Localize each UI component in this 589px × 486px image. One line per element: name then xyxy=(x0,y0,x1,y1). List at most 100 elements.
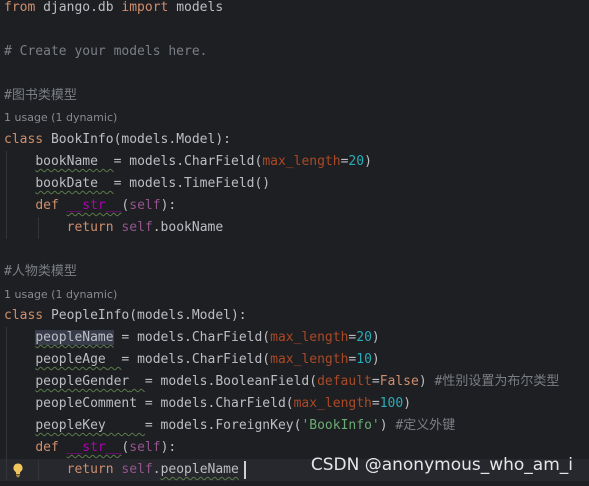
code-line-bookdate[interactable]: bookDate = models.TimeField() xyxy=(4,173,270,195)
code-editor[interactable]: from django.db import models # Create yo… xyxy=(0,0,589,486)
keyword-def: def xyxy=(35,198,59,213)
number-literal: 100 xyxy=(379,396,404,411)
close-paren: ) xyxy=(379,418,396,433)
code-line-import[interactable]: from django.db import models xyxy=(4,0,223,19)
code-line-def-str-people[interactable]: def __str__(self): xyxy=(4,437,176,459)
field-name: peopleComment xyxy=(35,396,138,411)
number-literal: 20 xyxy=(348,154,365,169)
close-paren: ) xyxy=(371,352,380,367)
code-line-return-people[interactable]: return self.peopleName xyxy=(4,459,239,481)
usage-hint-text: 1 usage (1 dynamic) xyxy=(4,111,118,124)
self-ref: self xyxy=(121,462,153,477)
code-line-class-peopleinfo[interactable]: class PeopleInfo(models.Model): xyxy=(4,305,247,327)
string-literal: 'BookInfo' xyxy=(301,418,380,433)
field-name: peopleGender xyxy=(35,374,130,389)
code-line-comment-people[interactable]: #人物类模型 xyxy=(4,261,77,283)
field-assignment: = models.TimeField() xyxy=(113,176,271,191)
comment-text: #图书类模型 xyxy=(4,88,77,103)
close-paren: ) xyxy=(371,330,380,345)
field-assignment: = models.CharField( xyxy=(113,330,271,345)
code-line-bookname[interactable]: bookName = models.CharField(max_length=2… xyxy=(4,151,372,173)
keyword-import: import xyxy=(121,0,169,15)
self-ref: self xyxy=(121,220,153,235)
named-param: max_length xyxy=(262,154,341,169)
named-param: max_length xyxy=(270,330,349,345)
close-paren: ) xyxy=(403,396,412,411)
class-signature: BookInfo(models.Model): xyxy=(43,132,231,147)
attribute-access: .bookName xyxy=(152,220,224,235)
field-assignment: = models.BooleanField( xyxy=(144,374,318,389)
keyword-return: return xyxy=(66,462,114,477)
usage-hint-bookinfo[interactable]: 1 usage (1 dynamic) xyxy=(4,110,117,126)
text-caret xyxy=(244,461,246,479)
field-padding xyxy=(98,154,114,169)
keyword-false: False xyxy=(379,374,419,389)
import-name: models xyxy=(168,0,224,15)
close-paren: ) xyxy=(364,154,372,169)
attribute-name: peopleName xyxy=(160,462,239,477)
field-assignment: = models.CharField( xyxy=(137,396,294,411)
field-padding xyxy=(98,176,114,191)
dot: . xyxy=(152,462,161,477)
field-assignment: = models.ForeignKey( xyxy=(144,418,302,433)
self-param: self xyxy=(129,440,161,455)
field-assignment: = models.CharField( xyxy=(113,154,263,169)
code-line-class-bookinfo[interactable]: class BookInfo(models.Model): xyxy=(4,129,231,151)
code-line-peoplegender[interactable]: peopleGender = models.BooleanField(defau… xyxy=(4,371,559,393)
inline-comment: #定义外键 xyxy=(395,418,456,433)
field-padding xyxy=(129,374,145,389)
field-name-highlighted: peopleName xyxy=(35,330,114,345)
class-signature: PeopleInfo(models.Model): xyxy=(43,308,247,323)
lightbulb-icon[interactable] xyxy=(10,462,26,478)
field-padding xyxy=(106,418,145,433)
field-name: peopleKey xyxy=(35,418,106,433)
magic-method-name: __str__ xyxy=(66,440,122,455)
code-line-peopleage[interactable]: peopleAge = models.CharField(max_length=… xyxy=(4,349,380,371)
close-paren: ): xyxy=(160,198,177,213)
code-line-return-book[interactable]: return self.bookName xyxy=(4,217,224,239)
close-paren: ) xyxy=(418,374,435,389)
module-name: django.db xyxy=(35,0,122,15)
named-param: max_length xyxy=(270,352,349,367)
code-line-comment-models[interactable]: # Create your models here. xyxy=(4,41,208,63)
watermark-text: CSDN @anonymous_who_am_i xyxy=(310,455,573,475)
keyword-from: from xyxy=(4,0,36,15)
code-line-comment-book[interactable]: #图书类模型 xyxy=(4,85,77,107)
named-param: max_length xyxy=(293,396,372,411)
field-name: bookDate xyxy=(35,176,98,191)
inline-comment: #性别设置为布尔类型 xyxy=(434,374,560,389)
magic-method-name: __str__ xyxy=(66,198,122,213)
code-line-peoplekey[interactable]: peopleKey = models.ForeignKey('BookInfo'… xyxy=(4,415,455,437)
usage-hint-peopleinfo[interactable]: 1 usage (1 dynamic) xyxy=(4,287,117,303)
field-padding xyxy=(106,352,122,367)
keyword-class: class xyxy=(4,308,44,323)
keyword-return: return xyxy=(66,220,114,235)
field-name: bookName xyxy=(35,154,98,169)
code-line-def-str-book[interactable]: def __str__(self): xyxy=(4,195,176,217)
usage-hint-text: 1 usage (1 dynamic) xyxy=(4,288,118,301)
equals: = xyxy=(371,396,380,411)
comment-text: # Create your models here. xyxy=(4,44,208,59)
comment-text: #人物类模型 xyxy=(4,264,77,279)
close-paren: ): xyxy=(160,440,177,455)
self-param: self xyxy=(129,198,161,213)
lightbulb-icon-svg xyxy=(13,463,23,478)
code-line-peoplecomment[interactable]: peopleComment = models.CharField(max_len… xyxy=(4,393,411,415)
named-param: default xyxy=(317,374,372,389)
keyword-def: def xyxy=(35,440,59,455)
code-line-peoplename[interactable]: peopleName = models.CharField(max_length… xyxy=(4,327,380,349)
equals: = xyxy=(371,374,380,389)
keyword-class: class xyxy=(4,132,44,147)
